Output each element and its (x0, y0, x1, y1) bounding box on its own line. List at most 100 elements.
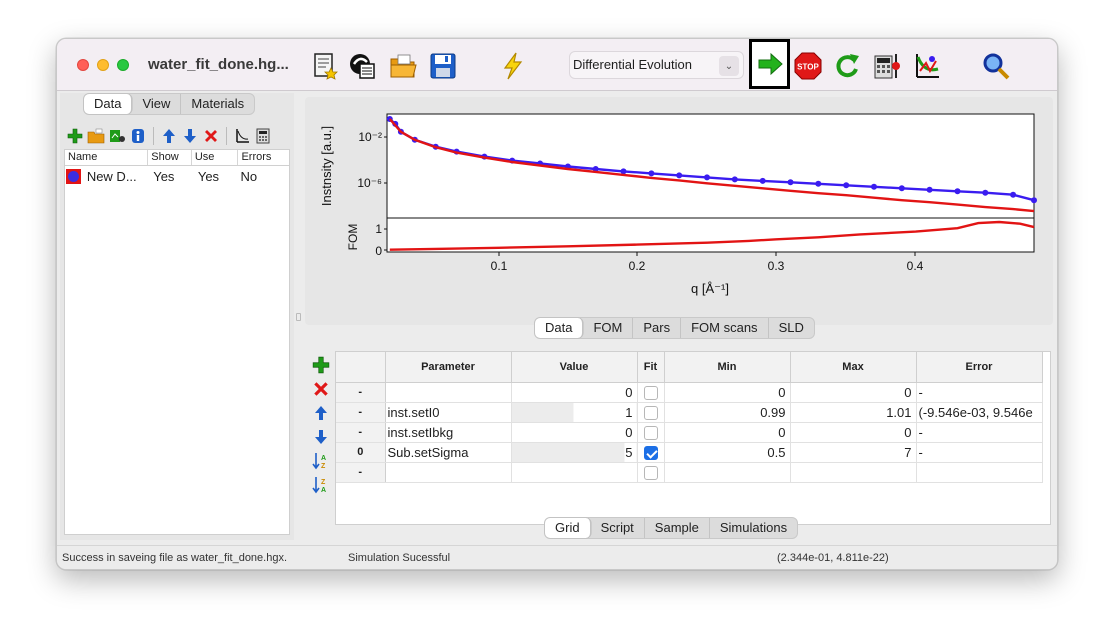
fit-cell[interactable] (637, 382, 665, 403)
column-header-value[interactable]: Value (511, 352, 638, 383)
table-row[interactable]: - inst.setIbkg 0 0 0 - (336, 422, 1043, 443)
column-header-show[interactable]: Show (148, 150, 192, 165)
row-header[interactable]: - (336, 382, 386, 403)
calculator-button[interactable] (254, 127, 272, 145)
dataset-show[interactable]: Yes (148, 169, 192, 184)
data-info-button[interactable] (129, 127, 147, 145)
tab-materials[interactable]: Materials (181, 94, 254, 114)
move-parameter-down-button[interactable] (311, 427, 331, 447)
parameter-cell[interactable]: inst.setI0 (385, 402, 512, 423)
tab-plot-data[interactable]: Data (535, 318, 584, 338)
sort-parameters-alt-button[interactable]: ZA (311, 475, 331, 495)
list-item[interactable]: New D... Yes Yes No (65, 166, 289, 186)
corner-header[interactable] (336, 352, 386, 383)
tab-plot-pars[interactable]: Pars (633, 318, 682, 338)
value-cell[interactable]: 0 (511, 422, 638, 443)
dataset-color-swatch[interactable] (65, 168, 85, 185)
tab-sample[interactable]: Sample (645, 518, 710, 538)
dataset-use[interactable]: Yes (192, 169, 239, 184)
close-window-button[interactable] (77, 59, 89, 71)
error-cell[interactable]: - (916, 442, 1043, 463)
tab-data[interactable]: Data (84, 94, 133, 114)
calc-sim-button[interactable] (233, 127, 251, 145)
tab-plot-fom-scans[interactable]: FOM scans (681, 318, 769, 338)
row-header[interactable]: 0 (336, 442, 386, 463)
min-cell[interactable]: 0.99 (664, 402, 791, 423)
column-header-min[interactable]: Min (664, 352, 791, 383)
move-up-button[interactable] (160, 127, 178, 145)
add-parameter-button[interactable] (311, 355, 331, 375)
tab-view[interactable]: View (132, 94, 182, 114)
algorithm-select[interactable]: Differential Evolution ⌄ (569, 51, 744, 79)
parameter-cell[interactable]: inst.setIbkg (385, 422, 512, 443)
fit-cell[interactable] (637, 422, 665, 443)
fit-checkbox[interactable] (643, 465, 658, 480)
parameter-cell[interactable]: Sub.setSigma (385, 442, 512, 463)
move-down-button[interactable] (181, 127, 199, 145)
open-button[interactable] (386, 49, 420, 83)
max-cell[interactable]: 0 (790, 422, 917, 443)
plot-settings-button[interactable] (108, 127, 126, 145)
zoom-button[interactable] (979, 49, 1013, 83)
table-row[interactable]: 0 Sub.setSigma 5 0.5 7 - (336, 442, 1043, 463)
import-data-button[interactable] (87, 127, 105, 145)
delete-parameter-button[interactable] (311, 379, 331, 399)
value-cell[interactable]: 0 (511, 382, 638, 403)
tab-plot-sld[interactable]: SLD (769, 318, 814, 338)
error-cell[interactable]: (-9.546e-03, 9.546e (916, 402, 1043, 423)
delete-data-button[interactable] (202, 127, 220, 145)
min-cell[interactable]: 0 (664, 422, 791, 443)
row-header[interactable]: - (336, 402, 386, 423)
fit-checkbox[interactable] (643, 385, 658, 400)
value-cell[interactable] (511, 462, 638, 483)
parameter-cell[interactable] (385, 462, 512, 483)
new-from-file-button[interactable] (345, 49, 379, 83)
fit-checkbox[interactable] (643, 405, 658, 420)
save-button[interactable] (426, 49, 460, 83)
column-header-parameter[interactable]: Parameter (385, 352, 512, 383)
table-row[interactable]: - (336, 462, 1043, 483)
start-fit-button[interactable] (749, 39, 790, 89)
error-cell[interactable] (916, 462, 1043, 483)
max-cell[interactable]: 1.01 (790, 402, 917, 423)
fit-cell[interactable] (637, 462, 665, 483)
splitter-handle[interactable] (296, 313, 301, 321)
stop-fit-button[interactable]: STOP (791, 49, 825, 83)
add-data-button[interactable] (66, 127, 84, 145)
parameter-cell[interactable] (385, 382, 512, 403)
min-cell[interactable] (664, 462, 791, 483)
fit-cell[interactable] (637, 402, 665, 423)
value-cell[interactable]: 1 (511, 402, 638, 423)
max-cell[interactable]: 0 (790, 382, 917, 403)
max-cell[interactable] (790, 462, 917, 483)
tab-script[interactable]: Script (591, 518, 645, 538)
restart-fit-button[interactable] (830, 49, 864, 83)
tab-simulations[interactable]: Simulations (710, 518, 797, 538)
table-row[interactable]: - inst.setI0 1 0.99 1.01 (-9.546e-03, 9.… (336, 402, 1043, 423)
column-header-fit[interactable]: Fit (637, 352, 665, 383)
tab-grid[interactable]: Grid (545, 518, 591, 538)
move-parameter-up-button[interactable] (311, 403, 331, 423)
fit-checkbox[interactable] (643, 425, 658, 440)
error-cell[interactable]: - (916, 382, 1043, 403)
row-header[interactable]: - (336, 422, 386, 443)
panel-splitter[interactable] (294, 93, 303, 540)
max-cell[interactable]: 7 (790, 442, 917, 463)
column-header-error[interactable]: Error (916, 352, 1043, 383)
calculate-errors-button[interactable] (870, 49, 904, 83)
reflectivity-plot[interactable]: Instnsity [a.u.] FOM 10⁻² 10⁻⁶ 1 0 0.1 0… (305, 97, 1053, 325)
min-cell[interactable]: 0 (664, 382, 791, 403)
column-header-max[interactable]: Max (790, 352, 917, 383)
tab-plot-fom[interactable]: FOM (583, 318, 634, 338)
column-header-use[interactable]: Use (192, 150, 239, 165)
value-cell[interactable]: 5 (511, 442, 638, 463)
column-header-name[interactable]: Name (65, 150, 149, 165)
fit-checkbox[interactable] (643, 445, 658, 460)
scan-parameter-button[interactable] (910, 49, 944, 83)
minimize-window-button[interactable] (97, 59, 109, 71)
table-row[interactable]: - 0 0 0 - (336, 382, 1043, 403)
simulate-button[interactable] (496, 49, 530, 83)
zoom-window-button[interactable] (117, 59, 129, 71)
error-cell[interactable]: - (916, 422, 1043, 443)
sort-parameters-button[interactable]: AZ (311, 451, 331, 471)
